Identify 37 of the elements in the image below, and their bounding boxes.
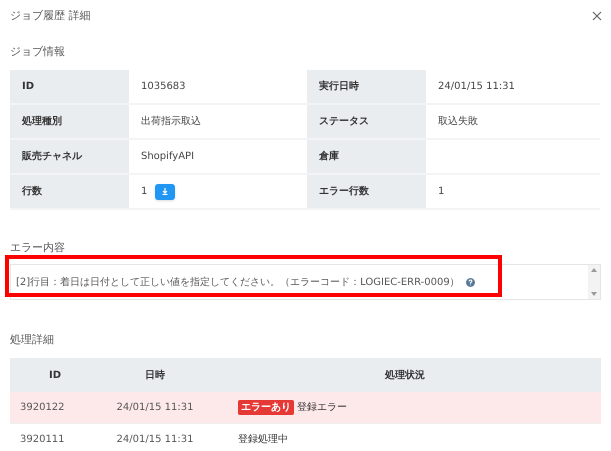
close-icon — [592, 11, 602, 21]
field-label: 倉庫 — [307, 140, 426, 175]
download-icon — [162, 188, 168, 195]
table-cell-text: 24/01/15 11:31 — [116, 401, 194, 415]
column-header: 日時 — [145, 368, 165, 382]
scroll-up-icon — [591, 268, 597, 272]
field-value: 1035683 — [141, 80, 186, 94]
section-heading: エラー内容 — [10, 241, 65, 254]
table-cell-text: 登録エラー — [297, 401, 347, 415]
field-label: 販売チャネル — [10, 140, 129, 175]
download-button[interactable] — [155, 184, 176, 200]
field-value: 24/01/15 11:31 — [438, 80, 515, 94]
field-label: 行数 — [10, 175, 129, 210]
error-message: [2]行目：着日は日付として正しい値を指定してください。（エラーコード：LOGIEC-ERR-0009） — [16, 276, 460, 290]
field-value: 取込失敗 — [438, 114, 478, 129]
column-header: ID — [48, 368, 62, 382]
field-value: 1 — [438, 185, 444, 199]
scrollbar[interactable] — [588, 265, 600, 299]
field-label: 実行日時 — [307, 70, 426, 105]
field-label: ステータス — [307, 105, 426, 140]
scroll-down-icon — [591, 292, 597, 296]
field-label: エラー行数 — [307, 175, 426, 210]
section-heading: 処理詳細 — [10, 333, 54, 346]
column-header: 処理状況 — [385, 368, 425, 382]
field-label: ID — [10, 70, 129, 105]
field-value: ShopifyAPI — [141, 150, 194, 164]
help-icon — [466, 278, 475, 286]
field-label: 処理種別 — [10, 105, 129, 140]
field-value: 出荷指示取込 — [141, 114, 201, 129]
error-badge: エラーあり — [238, 400, 294, 415]
field-value: 1 — [141, 185, 148, 199]
section-heading: ジョブ情報 — [10, 45, 65, 58]
table-cell-text: 3920122 — [19, 401, 66, 415]
table-cell-text: 24/01/15 11:31 — [116, 433, 194, 447]
dialog-title: ジョブ履歴 詳細 — [10, 8, 90, 24]
table-cell-text: 3920111 — [19, 433, 66, 447]
table-cell-text: 登録処理中 — [238, 432, 288, 447]
